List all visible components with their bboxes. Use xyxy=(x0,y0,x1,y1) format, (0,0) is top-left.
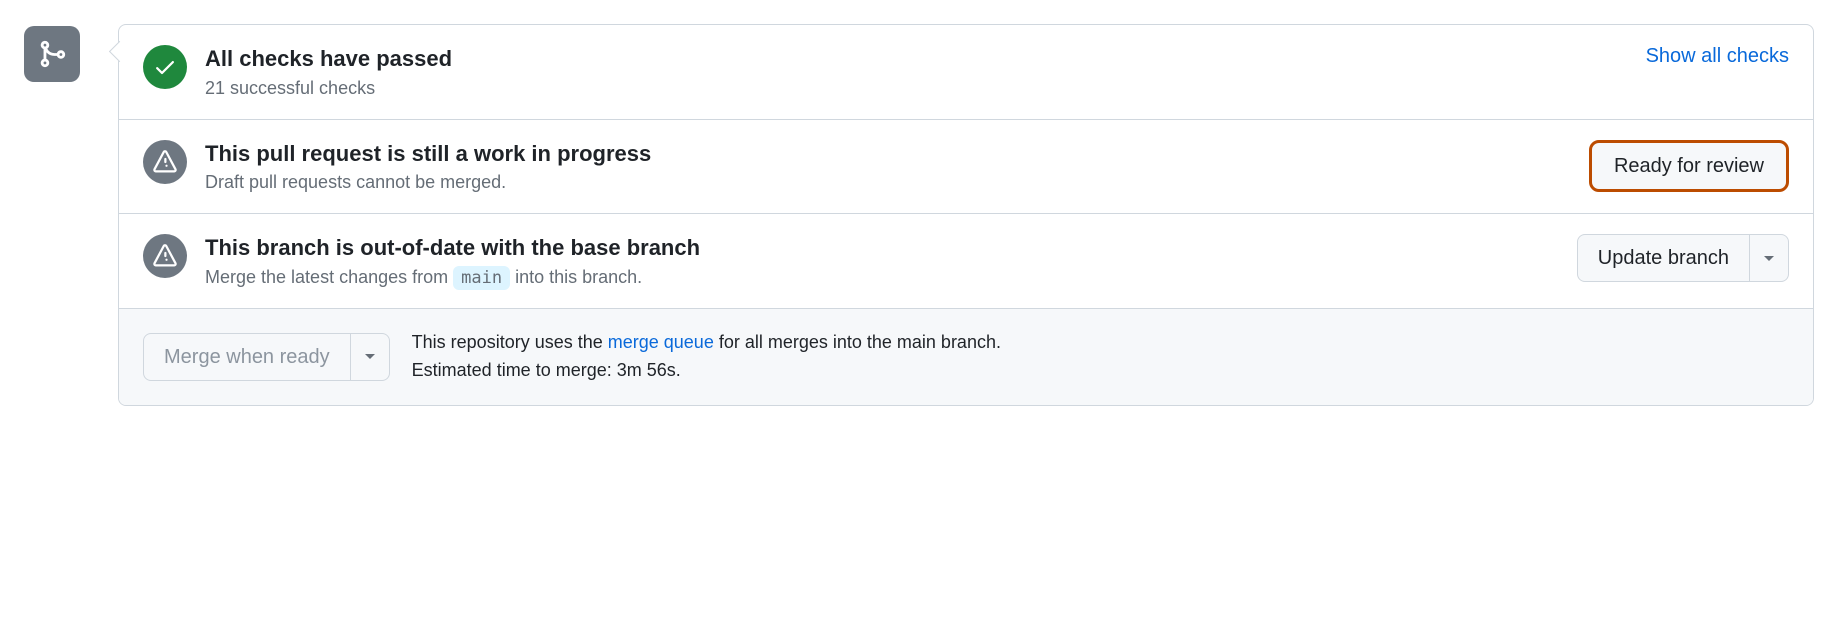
merge-when-ready-dropdown[interactable] xyxy=(351,333,390,381)
caret-down-icon xyxy=(1764,256,1774,261)
merge-status-container: All checks have passed 21 successful che… xyxy=(24,24,1814,406)
outdated-status-badge xyxy=(143,234,187,278)
alert-icon xyxy=(153,244,177,268)
caret-down-icon xyxy=(365,354,375,359)
draft-section: This pull request is still a work in pro… xyxy=(119,120,1813,215)
checks-success-badge xyxy=(143,45,187,89)
show-all-checks-link[interactable]: Show all checks xyxy=(1646,45,1789,68)
ready-for-review-button[interactable]: Ready for review xyxy=(1589,140,1789,192)
outdated-subtitle: Merge the latest changes from main into … xyxy=(205,267,1559,288)
git-merge-icon xyxy=(37,39,67,69)
update-branch-dropdown[interactable] xyxy=(1750,234,1789,282)
merge-queue-link[interactable]: merge queue xyxy=(608,332,714,352)
checks-subtitle: 21 successful checks xyxy=(205,78,1628,99)
check-icon xyxy=(153,55,177,79)
merge-queue-info: This repository uses the merge queue for… xyxy=(412,329,1001,385)
merge-footer: Merge when ready This repository uses th… xyxy=(119,309,1813,405)
update-branch-button[interactable]: Update branch xyxy=(1577,234,1750,282)
merge-panel: All checks have passed 21 successful che… xyxy=(118,24,1814,406)
draft-title: This pull request is still a work in pro… xyxy=(205,140,1571,169)
draft-subtitle: Draft pull requests cannot be merged. xyxy=(205,172,1571,193)
outdated-sub-suffix: into this branch. xyxy=(515,267,642,287)
merge-when-ready-group: Merge when ready xyxy=(143,333,390,381)
outdated-title: This branch is out-of-date with the base… xyxy=(205,234,1559,263)
alert-icon xyxy=(153,150,177,174)
update-branch-group: Update branch xyxy=(1577,234,1789,282)
footer-line-prefix: This repository uses the xyxy=(412,332,608,352)
checks-section: All checks have passed 21 successful che… xyxy=(119,25,1813,120)
checks-title: All checks have passed xyxy=(205,45,1628,74)
base-branch-name: main xyxy=(453,266,510,290)
merge-when-ready-button[interactable]: Merge when ready xyxy=(143,333,351,381)
outdated-section: This branch is out-of-date with the base… xyxy=(119,214,1813,309)
outdated-sub-prefix: Merge the latest changes from xyxy=(205,267,453,287)
git-merge-timeline-badge xyxy=(24,26,80,82)
footer-line-suffix: for all merges into the main branch. xyxy=(714,332,1001,352)
draft-status-badge xyxy=(143,140,187,184)
merge-estimate: Estimated time to merge: 3m 56s. xyxy=(412,357,1001,385)
